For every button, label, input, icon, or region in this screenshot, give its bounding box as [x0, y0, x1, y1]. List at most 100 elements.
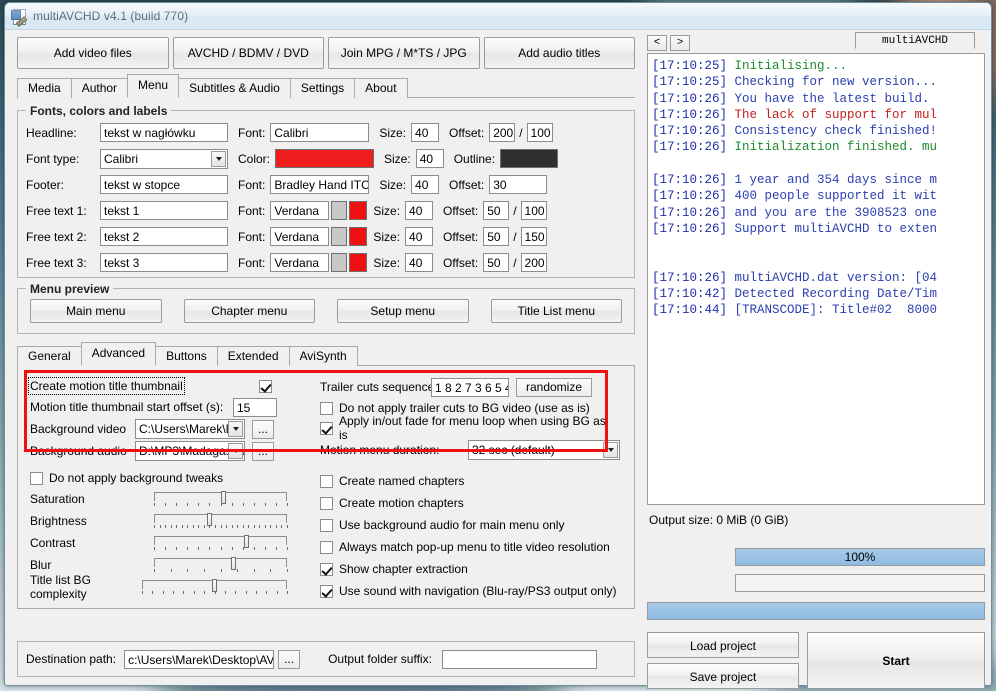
no-background-tweaks-checkbox[interactable] [30, 471, 43, 485]
headline-input[interactable]: tekst w nagłówku [100, 123, 228, 142]
join-mpg-mts-jpg-button[interactable]: Join MPG / M*TS / JPG [328, 37, 480, 69]
tab-media[interactable]: Media [17, 78, 72, 98]
advanced-checkbox-1[interactable] [320, 496, 333, 510]
chevron-down-icon[interactable] [211, 150, 226, 167]
free-text-2-input[interactable]: tekst 2 [100, 227, 228, 246]
destination-path-input[interactable]: c:\Users\Marek\Desktop\AVCHD [124, 649, 275, 669]
background-audio-combo[interactable]: D:\MP3\Madagaska [135, 441, 245, 461]
advanced-checkbox-2[interactable] [320, 518, 333, 532]
motion-menu-duration-combo[interactable]: 32 sec (default) [468, 440, 620, 460]
apply-fade-row[interactable]: Apply in/out fade for menu loop when usi… [320, 414, 610, 442]
advanced-checkbox-5[interactable] [320, 584, 333, 598]
tab-settings[interactable]: Settings [289, 78, 356, 98]
no-trailer-cuts-checkbox[interactable] [320, 401, 333, 415]
chapter-menu-preview-button[interactable]: Chapter menu [183, 299, 315, 323]
free-text-2-size-input[interactable]: 40 [405, 227, 434, 246]
free-text-3-gray-swatch[interactable] [331, 253, 348, 272]
inner-tab-advanced[interactable]: Advanced [80, 342, 157, 366]
start-button[interactable]: Start [807, 632, 985, 689]
chevron-down-icon[interactable] [603, 442, 618, 458]
randomize-button[interactable]: randomize [516, 377, 592, 397]
add-video-files-button[interactable]: Add video files [17, 37, 169, 69]
free-text-3-color-swatch[interactable] [349, 253, 368, 272]
free-text-1-offset-y-input[interactable]: 100 [520, 201, 547, 220]
footer-font-input[interactable]: Bradley Hand ITC [270, 175, 370, 194]
inner-tab-avisynth[interactable]: AviSynth [288, 346, 358, 366]
free-text-3-offset-x-input[interactable]: 50 [483, 253, 510, 272]
tab-subtitles-audio[interactable]: Subtitles & Audio [178, 78, 291, 98]
setup-menu-preview-button[interactable]: Setup menu [337, 299, 469, 323]
headline-offset-y-input[interactable]: 100 [526, 123, 553, 142]
slider-1[interactable] [154, 512, 288, 528]
log-next-button[interactable]: > [670, 35, 690, 51]
font-type-combo[interactable]: Calibri [100, 148, 228, 169]
create-motion-title-thumbnail-row[interactable]: Create motion title thumbnail [28, 376, 308, 396]
destination-path-label: Destination path: [26, 652, 117, 666]
background-audio-browse-button[interactable]: ... [252, 441, 274, 461]
save-project-button[interactable]: Save project [647, 663, 799, 689]
headline-color-swatch[interactable] [275, 149, 375, 168]
advanced-checkbox-4[interactable] [320, 562, 333, 576]
chevron-down-icon[interactable] [228, 443, 243, 459]
advanced-checkbox-0[interactable] [320, 474, 333, 488]
free-text-1-offset-x-input[interactable]: 50 [483, 201, 510, 220]
slider-3[interactable] [154, 556, 288, 572]
log-prev-button[interactable]: < [647, 35, 667, 51]
footer-size-input[interactable]: 40 [411, 175, 440, 194]
chevron-down-icon[interactable] [228, 421, 243, 437]
free-text-1-color-swatch[interactable] [349, 201, 368, 220]
advanced-checkbox-row-2[interactable]: Use background audio for main menu only [320, 514, 620, 536]
inner-tab-buttons[interactable]: Buttons [155, 346, 218, 366]
output-folder-suffix-input[interactable] [441, 649, 597, 669]
advanced-checkbox-row-3[interactable]: Always match pop-up menu to title video … [320, 536, 620, 558]
font-type-size-input[interactable]: 40 [415, 149, 444, 168]
footer-input[interactable]: tekst w stopce [100, 175, 228, 194]
free-text-1-input[interactable]: tekst 1 [100, 201, 228, 220]
tab-menu[interactable]: Menu [127, 74, 180, 98]
no-background-tweaks-row[interactable]: Do not apply background tweaks [30, 468, 310, 488]
free-text-2-offset-y-input[interactable]: 150 [520, 227, 547, 246]
advanced-checkbox-row-5[interactable]: Use sound with navigation (Blu-ray/PS3 o… [320, 580, 620, 602]
trailer-cuts-input[interactable]: 1 8 2 7 3 6 5 4 [431, 377, 509, 397]
slider-2[interactable] [154, 534, 288, 550]
inner-tab-general[interactable]: General [17, 346, 82, 366]
slider-0[interactable] [154, 490, 288, 506]
tab-author[interactable]: Author [70, 78, 129, 98]
outline-color-swatch[interactable] [500, 149, 559, 168]
advanced-checkbox-3[interactable] [320, 540, 333, 554]
headline-size-input[interactable]: 40 [411, 123, 440, 142]
main-menu-preview-button[interactable]: Main menu [30, 299, 162, 323]
headline-offset-x-input[interactable]: 200 [489, 123, 516, 142]
free-text-2-gray-swatch[interactable] [331, 227, 348, 246]
footer-offset-input[interactable]: 30 [489, 175, 548, 194]
free-text-3-offset-y-input[interactable]: 200 [520, 253, 547, 272]
add-audio-titles-button[interactable]: Add audio titles [483, 37, 635, 69]
free-text-1-gray-swatch[interactable] [331, 201, 348, 220]
motion-offset-input[interactable]: 15 [233, 397, 277, 417]
background-video-combo[interactable]: C:\Users\Marek\De [135, 419, 245, 439]
advanced-checkbox-row-4[interactable]: Show chapter extraction [320, 558, 620, 580]
free-text-1-size-input[interactable]: 40 [405, 201, 434, 220]
avchd-bdmv-dvd-folders-button[interactable]: AVCHD / BDMV / DVD folders [172, 37, 324, 90]
free-text-1-font-input[interactable]: Verdana [270, 201, 330, 220]
free-text-2-color-swatch[interactable] [349, 227, 368, 246]
slider-4[interactable] [142, 578, 288, 594]
load-project-button[interactable]: Load project [647, 632, 799, 658]
free-text-2-offset-x-input[interactable]: 50 [483, 227, 510, 246]
destination-browse-button[interactable]: ... [278, 649, 301, 669]
background-video-browse-button[interactable]: ... [252, 419, 274, 439]
title-list-menu-preview-button[interactable]: Title List menu [490, 299, 622, 323]
free-text-3-size-input[interactable]: 40 [405, 253, 434, 272]
advanced-checkbox-row-0[interactable]: Create named chapters [320, 470, 620, 492]
log-tab-multiavchd[interactable]: multiAVCHD [855, 32, 975, 49]
free-text-3-font-input[interactable]: Verdana [270, 253, 330, 272]
headline-font-input[interactable]: Calibri [270, 123, 370, 142]
free-text-3-input[interactable]: tekst 3 [100, 253, 228, 272]
tab-about[interactable]: About [354, 78, 408, 98]
advanced-checkbox-row-1[interactable]: Create motion chapters [320, 492, 620, 514]
free-text-2-font-input[interactable]: Verdana [270, 227, 330, 246]
create-motion-title-thumbnail-checkbox[interactable] [259, 379, 272, 393]
inner-tab-extended[interactable]: Extended [216, 346, 290, 366]
apply-fade-checkbox[interactable] [320, 421, 333, 435]
log-output[interactable]: [17:10:25] Initialising... [17:10:25] Che… [647, 53, 985, 505]
